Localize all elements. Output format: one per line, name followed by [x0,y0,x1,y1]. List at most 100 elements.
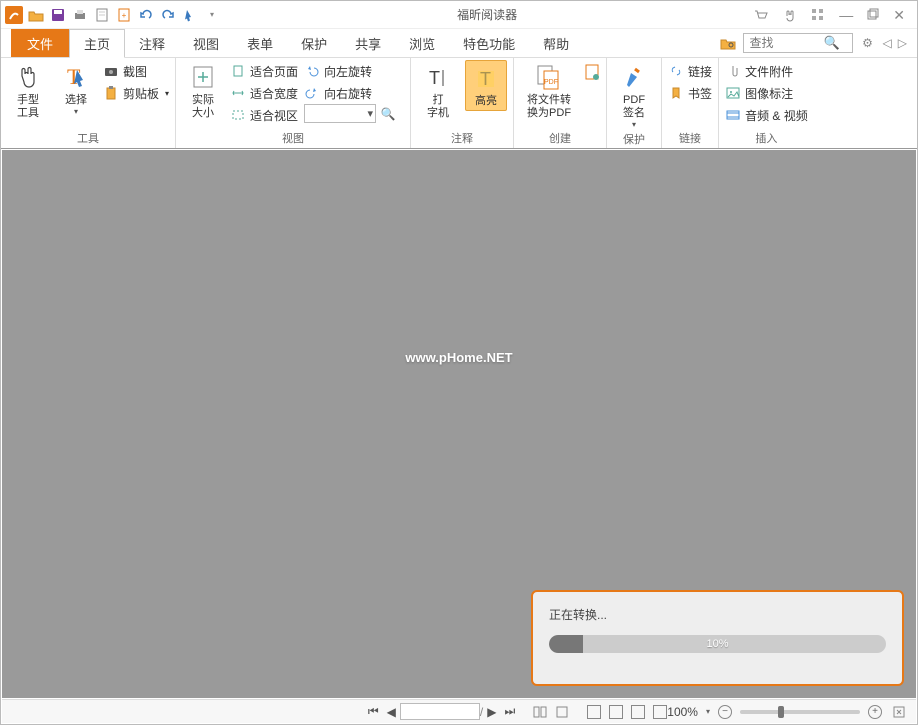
layout-toggle2-icon[interactable] [551,705,573,719]
av-button[interactable]: 音频 & 视频 [725,104,808,126]
group-insert: 文件附件 图像标注 音频 & 视频 插入 [719,58,814,148]
typewriter-icon: T [425,62,451,92]
fit-page-icon [230,63,246,79]
convert-to-pdf-button[interactable]: PDF 将文件转 换为PDF [520,60,578,122]
cont-page-icon[interactable] [609,705,623,719]
ribbon-right: 🔍 ⚙ ◁ ▷ [719,29,917,57]
group-insert-label: 插入 [725,130,808,148]
qat-dropdown-icon[interactable]: ▾ [203,6,221,24]
page-input[interactable] [400,703,480,720]
zoom-combo[interactable]: ▾🔍 [304,104,404,123]
svg-text:PDF: PDF [544,79,558,86]
bookmark-button[interactable]: 书签 [668,82,712,104]
search-box[interactable]: 🔍 [743,33,853,53]
fit-visible-button[interactable]: 适合视区 [230,104,298,126]
fit-width-icon [230,85,246,101]
tab-help[interactable]: 帮助 [529,29,583,57]
clipboard-button[interactable]: 剪贴板▾ [103,82,169,104]
apps-icon[interactable] [811,8,825,22]
prev-page-icon[interactable]: ◀ [383,705,400,719]
redo-icon[interactable] [159,6,177,24]
fit-width-button[interactable]: 适合宽度 [230,82,298,104]
statusbar: ⏮ ◀ / ▶ ⏭ 100% ▾ − + [2,699,916,723]
hand-tool-icon [16,62,40,92]
close-icon[interactable]: ✕ [893,8,905,22]
select-button[interactable]: T 选择 ▾ [55,60,97,118]
progress-label: 正在转换... [549,606,886,623]
app-icon [5,6,23,24]
link-button[interactable]: 链接 [668,60,712,82]
tab-share[interactable]: 共享 [341,29,395,57]
fit-button-icon[interactable] [888,705,910,719]
open-icon[interactable] [27,6,45,24]
convert-icon: PDF [535,62,563,92]
film-icon [725,107,741,123]
hand-icon[interactable] [783,8,797,22]
tab-browse[interactable]: 浏览 [395,29,449,57]
zoom-in-button[interactable]: + [868,705,882,719]
file-tab[interactable]: 文件 [11,29,69,57]
tab-protect[interactable]: 保护 [287,29,341,57]
zoom-mag-icon[interactable]: 🔍 [380,106,396,122]
first-page-icon[interactable]: ⏮ [364,704,383,719]
settings-icon[interactable]: ⚙ [859,34,877,52]
cart-icon[interactable] [753,8,769,22]
progress-percent: 10% [706,635,728,653]
new-blank-icon[interactable]: + [115,6,133,24]
tab-feature[interactable]: 特色功能 [449,29,529,57]
pdf-sign-button[interactable]: PDF 签名 ▾ [613,60,655,131]
image-annot-button[interactable]: 图像标注 [725,82,808,104]
clipboard-icon [103,85,119,101]
restore-icon[interactable] [867,8,879,22]
chevron-down-icon: ▾ [632,120,636,129]
typewriter-button[interactable]: T 打 字机 [417,60,459,122]
nav-prev-icon[interactable]: ◁ [883,36,892,50]
next-page-icon[interactable]: ▶ [483,705,500,719]
svg-text:T: T [429,68,440,88]
camera-icon [103,63,119,79]
group-link: 链接 书签 链接 [662,58,719,148]
print-icon[interactable] [71,6,89,24]
tab-annot[interactable]: 注释 [125,29,179,57]
tab-view[interactable]: 视图 [179,29,233,57]
progress-dialog: 正在转换... 10% [531,590,904,686]
group-link-label: 链接 [668,130,712,148]
window-title: 福昕阅读器 [221,6,753,23]
highlight-button[interactable]: T 高亮 [465,60,507,111]
link-icon [668,63,684,79]
minimize-icon[interactable]: — [839,8,853,22]
zoom-thumb[interactable] [778,706,784,718]
pen-icon [621,62,647,92]
facing-page-icon[interactable] [631,705,645,719]
last-page-icon[interactable]: ⏭ [500,704,519,719]
zoom-slider[interactable] [740,710,860,714]
rotate-right-button[interactable]: 向右旋转 [304,82,404,104]
file-attach-button[interactable]: 文件附件 [725,60,808,82]
search-icon[interactable]: 🔍 [824,35,840,51]
zoom-out-button[interactable]: − [718,705,732,719]
tab-form[interactable]: 表单 [233,29,287,57]
undo-icon[interactable] [137,6,155,24]
layout-toggle-icon[interactable] [529,705,551,719]
pointer-icon[interactable] [181,6,199,24]
screenshot-button[interactable]: 截图 [103,60,169,82]
highlight-icon: T [476,63,496,93]
hand-tool-button[interactable]: 手型 工具 [7,60,49,122]
nav-next-icon[interactable]: ▷ [898,36,907,50]
create-extra-icon[interactable] [584,64,600,80]
group-create-label: 创建 [520,130,600,148]
search-input[interactable] [748,35,820,51]
select-icon: T [65,62,87,92]
ribbon-body: 手型 工具 T 选择 ▾ 截图 剪贴板▾ 工具 实际 大小 适合页面 适合宽度 [1,57,917,149]
fit-page-button[interactable]: 适合页面 [230,60,298,82]
tab-home[interactable]: 主页 [69,29,125,58]
new-doc-icon[interactable] [93,6,111,24]
single-page-icon[interactable] [587,705,601,719]
zoom-input[interactable]: ▾ [304,104,376,123]
folder-search-icon[interactable] [719,34,737,52]
actual-size-button[interactable]: 实际 大小 [182,60,224,122]
cont-facing-icon[interactable] [653,705,667,719]
save-icon[interactable] [49,6,67,24]
progress-fill [549,635,583,653]
rotate-left-button[interactable]: 向左旋转 [304,60,404,82]
